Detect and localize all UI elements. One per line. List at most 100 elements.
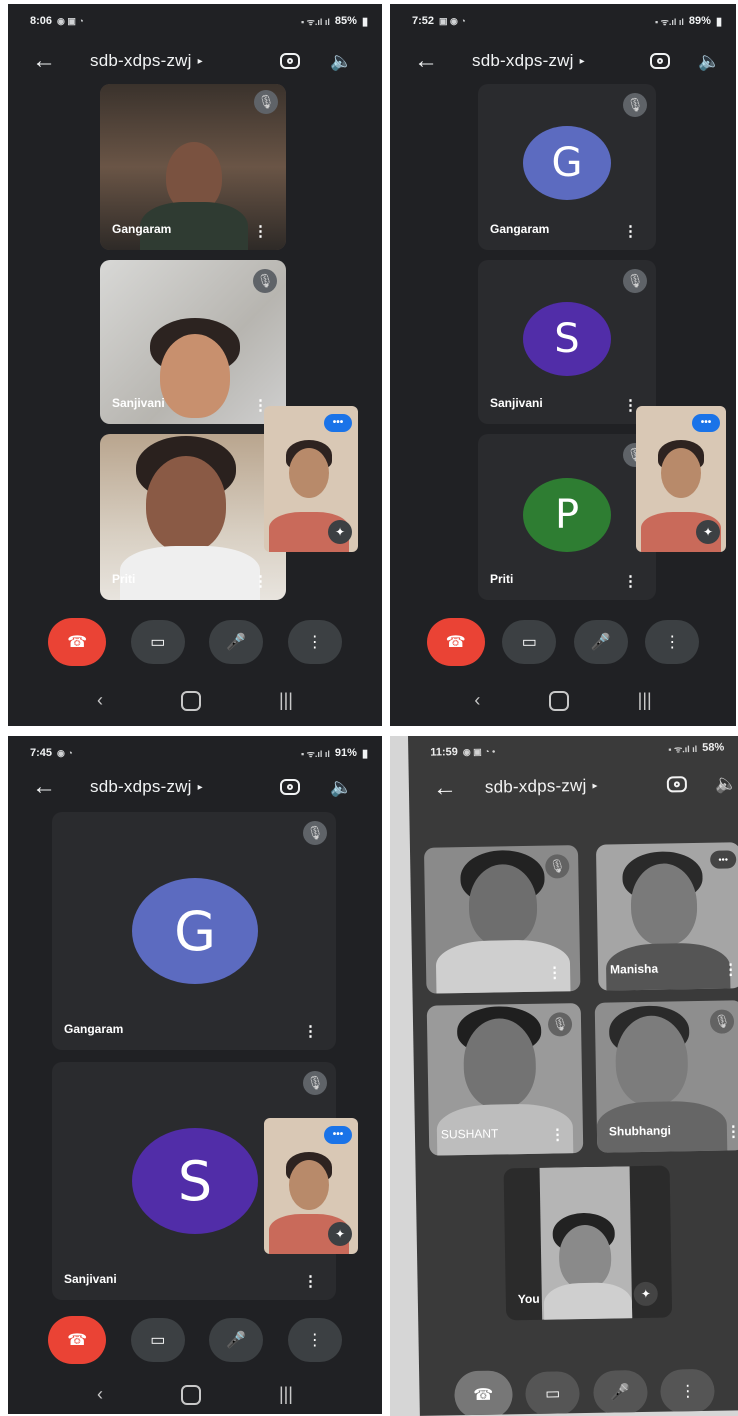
meeting-code[interactable]: sdb-xdps-zwj ▸ (90, 777, 203, 797)
self-view[interactable]: You ✦ (503, 1165, 673, 1321)
mic-button[interactable]: 🎤 (573, 620, 628, 664)
back-arrow-icon[interactable]: ← (32, 49, 56, 73)
nav-home-icon[interactable] (180, 1384, 201, 1405)
camera-button[interactable]: ▭ (130, 620, 185, 664)
more-button[interactable]: ⋮ (287, 1318, 342, 1362)
screen-4-photo-background: 11:59 ◉ ▣ ◔ • ▪ ᯤ.ıl ıl 58% ← sdb-xdps-zwj… (390, 736, 738, 1416)
camera-button[interactable]: ▭ (130, 1318, 185, 1362)
switch-camera-icon[interactable] (666, 776, 688, 793)
participant-avatar: P (523, 478, 611, 552)
battery-level: 91% (334, 747, 357, 759)
nav-recent-icon[interactable]: ||| (279, 690, 293, 711)
mic-off-icon: 🎙 (253, 269, 277, 293)
tile-menu-icon[interactable]: ⋮ (726, 1123, 738, 1140)
participant-tile[interactable]: S 🎙 Sanjivani ⋮ (478, 260, 656, 424)
back-arrow-icon[interactable]: ← (32, 775, 56, 799)
nav-recent-icon[interactable]: ||| (279, 1384, 293, 1405)
tile-menu-icon[interactable]: ⋮ (303, 1024, 318, 1039)
mic-button[interactable]: 🎤 (209, 1318, 264, 1362)
more-button[interactable]: ⋮ (645, 620, 700, 664)
mic-off-icon: 🎙 (709, 1009, 735, 1034)
participant-tile[interactable]: 🎙 Shubhangi ⋮ (594, 1000, 738, 1153)
nav-home-icon[interactable] (548, 690, 569, 711)
end-call-icon: ☎ (473, 1386, 494, 1404)
mic-button[interactable]: 🎤 (592, 1369, 648, 1415)
meeting-code[interactable]: sdb-xdps-zwj ▸ (472, 51, 585, 71)
tile-menu-icon[interactable]: ⋮ (303, 1274, 318, 1289)
participant-tile[interactable]: G 🎙 Gangaram ⋮ (478, 84, 656, 250)
tile-menu-icon[interactable]: ⋮ (550, 1126, 565, 1143)
tile-menu-icon[interactable]: ⋮ (547, 964, 562, 981)
back-arrow-icon[interactable]: ← (433, 774, 457, 801)
participant-tile[interactable]: P 🎙 Priti ⋮ (478, 434, 656, 600)
nav-back-icon[interactable]: ‹ (97, 690, 103, 711)
camera-button[interactable]: ▭ (502, 620, 557, 664)
nav-back-icon[interactable]: ‹ (97, 1384, 103, 1405)
nav-recent-icon[interactable]: ||| (638, 690, 652, 711)
more-options-icon[interactable]: ••• (692, 414, 720, 432)
status-time: 7:52 (412, 15, 435, 27)
tile-menu-icon[interactable]: ⋮ (253, 224, 268, 239)
switch-camera-icon[interactable] (650, 53, 670, 69)
more-button[interactable]: ⋮ (287, 620, 342, 664)
participant-avatar: S (523, 302, 611, 376)
status-time: 8:06 (30, 15, 53, 27)
participant-tile[interactable]: ••• Manisha ⋮ (595, 842, 738, 991)
effects-icon[interactable]: ✦ (328, 520, 352, 544)
participant-tile[interactable]: Priti ⋮ (100, 434, 286, 600)
more-icon: ⋮ (306, 1332, 323, 1349)
effects-icon[interactable]: ✦ (696, 520, 720, 544)
more-icon: ⋮ (306, 634, 323, 651)
participant-tile[interactable]: 🎙 ⋮ (423, 845, 581, 994)
participant-tile[interactable]: 🎙 SUSHANT ⋮ (426, 1003, 584, 1156)
participant-tile[interactable]: 🎙 Sanjivani ⋮ (100, 260, 286, 424)
end-call-icon: ☎ (445, 634, 466, 651)
switch-camera-icon[interactable] (280, 53, 300, 69)
effects-icon[interactable]: ✦ (633, 1281, 658, 1307)
top-bar: ← sdb-xdps-zwj ▸ 🔈 (8, 764, 382, 810)
end-call-button[interactable]: ☎ (453, 1370, 513, 1416)
tile-menu-icon[interactable]: ⋮ (253, 574, 268, 589)
speaker-icon[interactable]: 🔈 (698, 51, 720, 72)
battery-level: 89% (688, 15, 711, 27)
participant-face (462, 1017, 537, 1110)
meeting-code[interactable]: sdb-xdps-zwj ▸ (485, 776, 598, 798)
more-options-icon[interactable]: ••• (324, 414, 352, 432)
tile-menu-icon[interactable]: ⋮ (623, 224, 638, 239)
battery-level: 85% (334, 15, 357, 27)
self-view[interactable]: ••• ✦ (264, 1118, 358, 1254)
screen-4: 11:59 ◉ ▣ ◔ • ▪ ᯤ.ıl ıl 58% ← sdb-xdps-zwj… (408, 736, 738, 1416)
self-view[interactable]: ••• ✦ (264, 406, 358, 552)
nav-home-icon[interactable] (180, 690, 201, 711)
mic-off-icon: 🎙 (545, 854, 570, 879)
participant-name: Sanjivani (112, 396, 165, 410)
call-controls: ☎ ▭ 🎤 ⋮ (8, 1316, 382, 1364)
system-nav-bar: ‹ ||| (8, 690, 382, 711)
camera-button[interactable]: ▭ (525, 1371, 581, 1416)
end-call-button[interactable]: ☎ (48, 618, 107, 666)
more-icon: ⋮ (679, 1383, 696, 1401)
meeting-code[interactable]: sdb-xdps-zwj ▸ (90, 51, 203, 71)
more-button[interactable]: ⋮ (660, 1368, 716, 1414)
back-arrow-icon[interactable]: ← (414, 49, 438, 73)
participant-tile[interactable]: G 🎙 Gangaram ⋮ (52, 812, 336, 1050)
participant-face (614, 1015, 689, 1107)
effects-icon[interactable]: ✦ (328, 1222, 352, 1246)
mic-button[interactable]: 🎤 (209, 620, 264, 664)
speaker-icon[interactable]: 🔈 (330, 51, 352, 72)
tile-menu-icon[interactable]: ⋮ (723, 961, 738, 978)
more-options-icon[interactable]: ••• (324, 1126, 352, 1144)
self-face (289, 448, 329, 498)
end-call-button[interactable]: ☎ (426, 618, 485, 666)
speaker-icon[interactable]: 🔈 (715, 773, 738, 794)
more-options-icon[interactable]: ••• (710, 850, 737, 869)
tile-menu-icon[interactable]: ⋮ (623, 574, 638, 589)
self-view[interactable]: ••• ✦ (636, 406, 726, 552)
nav-back-icon[interactable]: ‹ (474, 690, 480, 711)
battery-icon: ▮ (361, 747, 368, 760)
participant-name: Priti (490, 572, 514, 586)
participant-tile[interactable]: 🎙 Gangaram ⋮ (100, 84, 286, 250)
switch-camera-icon[interactable] (280, 779, 300, 795)
speaker-icon[interactable]: 🔈 (330, 777, 352, 798)
end-call-button[interactable]: ☎ (48, 1316, 107, 1364)
